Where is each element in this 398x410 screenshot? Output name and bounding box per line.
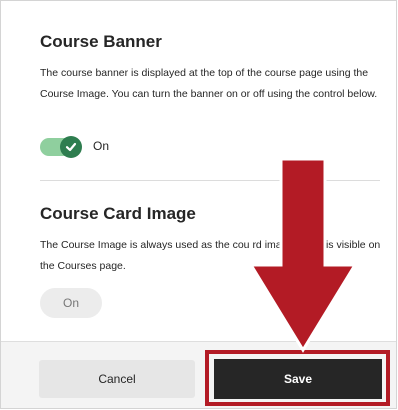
course-settings-panel: Course Banner The course banner is displ… <box>0 0 397 409</box>
course-banner-title: Course Banner <box>40 32 162 51</box>
course-card-image-description: The Course Image is always used as the c… <box>40 239 381 272</box>
course-card-image-toggle[interactable]: On <box>40 288 102 318</box>
course-banner-toggle[interactable] <box>40 136 84 158</box>
course-banner-toggle-label: On <box>93 139 110 153</box>
check-icon <box>65 142 77 152</box>
course-card-image-title: Course Card Image <box>40 204 196 223</box>
toggle-knob <box>60 136 82 158</box>
course-banner-description: The course banner is displayed at the to… <box>40 67 378 100</box>
cancel-button[interactable]: Cancel <box>39 360 195 398</box>
save-button[interactable]: Save <box>214 359 382 399</box>
section-divider <box>40 180 380 181</box>
